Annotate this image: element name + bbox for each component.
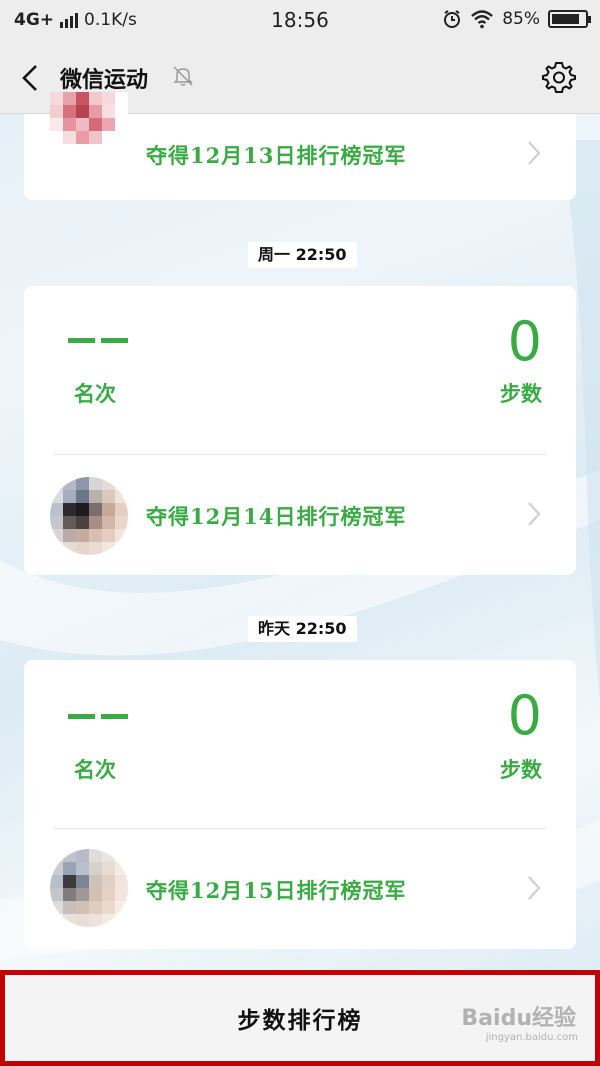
- rank-label: 名次: [74, 757, 116, 782]
- time-label: 昨天 22:50: [248, 616, 357, 642]
- rank-value: [68, 714, 128, 719]
- avatar: [50, 477, 128, 555]
- watermark-logo: Baidu经验: [461, 1006, 576, 1031]
- award-row[interactable]: 夺得12月14日排行榜冠军: [24, 455, 576, 575]
- battery-percent: 85%: [502, 9, 540, 29]
- rank-label: 名次: [74, 381, 116, 406]
- award-row[interactable]: 夺得12月15日排行榜冠军: [24, 829, 576, 949]
- ranking-card-2: 名次 0 步数 夺得12月14日排行榜冠军: [24, 286, 576, 575]
- status-right: 85%: [442, 9, 591, 29]
- time-label: 周一 22:50: [248, 242, 357, 268]
- avatar: [50, 92, 128, 170]
- ranking-card-3: 名次 0 步数 夺得12月15日排行榜冠军: [24, 660, 576, 949]
- award-row[interactable]: 夺得12月13日排行榜冠军: [24, 80, 576, 200]
- rank-value: [68, 338, 128, 343]
- chevron-right-icon: [528, 876, 541, 900]
- ranking-card-1: 夺得12月13日排行榜冠军: [24, 92, 576, 200]
- award-text: 夺得12月13日排行榜冠军: [146, 143, 407, 168]
- steps-label: 步数: [500, 757, 542, 782]
- alarm-icon: [444, 10, 461, 28]
- steps-value: 0: [507, 310, 542, 373]
- steps-value: 0: [507, 684, 542, 747]
- award-text: 夺得12月15日排行榜冠军: [146, 878, 407, 903]
- steps-label: 步数: [500, 381, 542, 406]
- watermark-url: jingyan.baidu.com: [485, 1032, 578, 1043]
- avatar: [50, 849, 128, 927]
- battery-icon: [548, 10, 591, 28]
- wifi-icon: [471, 10, 494, 29]
- chevron-right-icon: [528, 502, 541, 526]
- chevron-right-icon: [528, 141, 541, 165]
- award-text: 夺得12月14日排行榜冠军: [146, 504, 407, 529]
- status-bar: 4G+ 0.1K/s 18:56 85%: [0, 0, 600, 40]
